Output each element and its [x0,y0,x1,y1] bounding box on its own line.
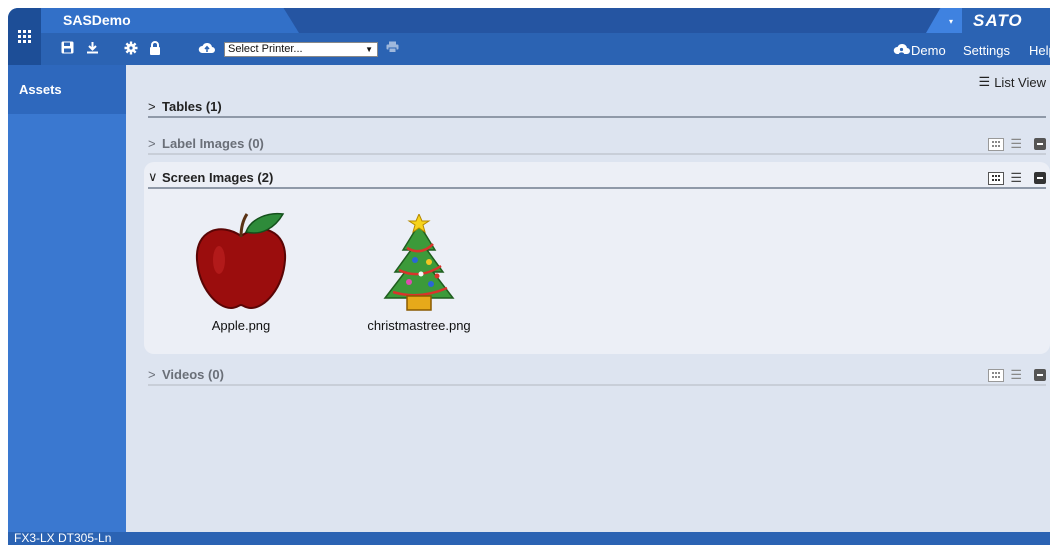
apps-menu-button[interactable] [8,8,41,65]
view-buttons: ☰ [988,367,1046,383]
settings-link[interactable]: Settings [963,43,1010,58]
grid-view-icon[interactable] [988,171,1005,185]
chevron-right-icon: > [148,98,156,114]
toolbar: Select Printer... ▼ Demo Settings Help [41,33,1050,65]
grid-view-icon[interactable] [988,137,1005,151]
grid-view-icon[interactable] [988,368,1005,382]
status-bar: FX3-LX DT305-Ln [8,532,1050,545]
asset-filename: Apple.png [211,318,271,333]
list-view-icon[interactable]: ☰ [1010,170,1022,186]
chevron-down-icon: ∨ [148,169,158,184]
app-window: SASDemo ▾ SATO Select Printer... ▼ Demo … [8,8,1050,545]
list-view-icon[interactable]: ☰ [1010,136,1022,152]
view-buttons: ☰ [988,136,1046,152]
lock-icon[interactable] [149,41,161,55]
section-screen-images[interactable]: ∨ Screen Images (2) ☰ [148,167,1046,189]
list-icon: ☰ [978,74,991,89]
printer-icon[interactable] [386,41,399,53]
section-count: (0) [208,366,224,382]
apple-image [195,212,287,310]
screen-images-panel: ∨ Screen Images (2) ☰ Apple.png christma… [144,162,1050,354]
top-bar: SASDemo ▾ SATO Select Printer... ▼ Demo … [8,8,1050,65]
printer-select[interactable]: Select Printer... ▼ [224,42,378,57]
chevron-right-icon: > [148,366,156,382]
delete-icon[interactable] [1034,172,1046,184]
chevron-right-icon: > [148,135,156,151]
view-buttons: ☰ [988,170,1046,186]
delete-icon[interactable] [1034,369,1046,381]
section-title: Tables [162,98,203,114]
asset-filename: christmastree.png [367,318,471,333]
cloud-upload-icon[interactable] [198,41,216,54]
asset-tile-apple[interactable]: Apple.png [176,210,306,333]
section-title: Screen Images [162,169,254,185]
user-menu[interactable]: Demo [911,43,946,58]
section-count: (1) [205,98,222,114]
printer-model-text: FX3-LX DT305-Ln [14,531,112,545]
sato-logo: SATO [973,11,1023,30]
user-cloud-icon[interactable] [893,42,910,55]
christmas-tree-image [383,214,455,311]
section-videos[interactable]: > Videos (0) ☰ [148,364,1046,386]
section-tables[interactable]: > Tables (1) [148,96,1046,118]
section-count: (2) [257,169,274,185]
section-title: Videos [162,366,205,382]
select-arrow-icon: ▼ [365,45,373,54]
list-view-icon[interactable]: ☰ [1010,367,1022,383]
gear-icon[interactable] [124,41,138,55]
printer-select-value: Select Printer... [228,43,303,55]
sidebar: Assets [8,65,126,532]
help-link[interactable]: Help [1029,43,1050,58]
section-label-images[interactable]: > Label Images (0) ☰ [148,133,1046,155]
main-content: ☰ List View > Tables (1) > Label Images … [126,65,1050,532]
delete-icon[interactable] [1034,138,1046,150]
asset-tile-christmastree[interactable]: christmastree.png [354,214,484,333]
list-view-button[interactable]: ☰ List View [979,74,1046,90]
list-view-label: List View [994,74,1046,90]
app-title: SASDemo [63,12,131,28]
section-count: (0) [248,135,264,151]
apps-grid-icon [18,30,31,43]
download-icon[interactable] [86,41,99,54]
sidebar-item-assets[interactable]: Assets [8,65,126,114]
section-title: Label Images [162,135,245,151]
dropdown-arrow-icon[interactable]: ▾ [949,17,953,26]
save-icon[interactable] [61,41,74,54]
